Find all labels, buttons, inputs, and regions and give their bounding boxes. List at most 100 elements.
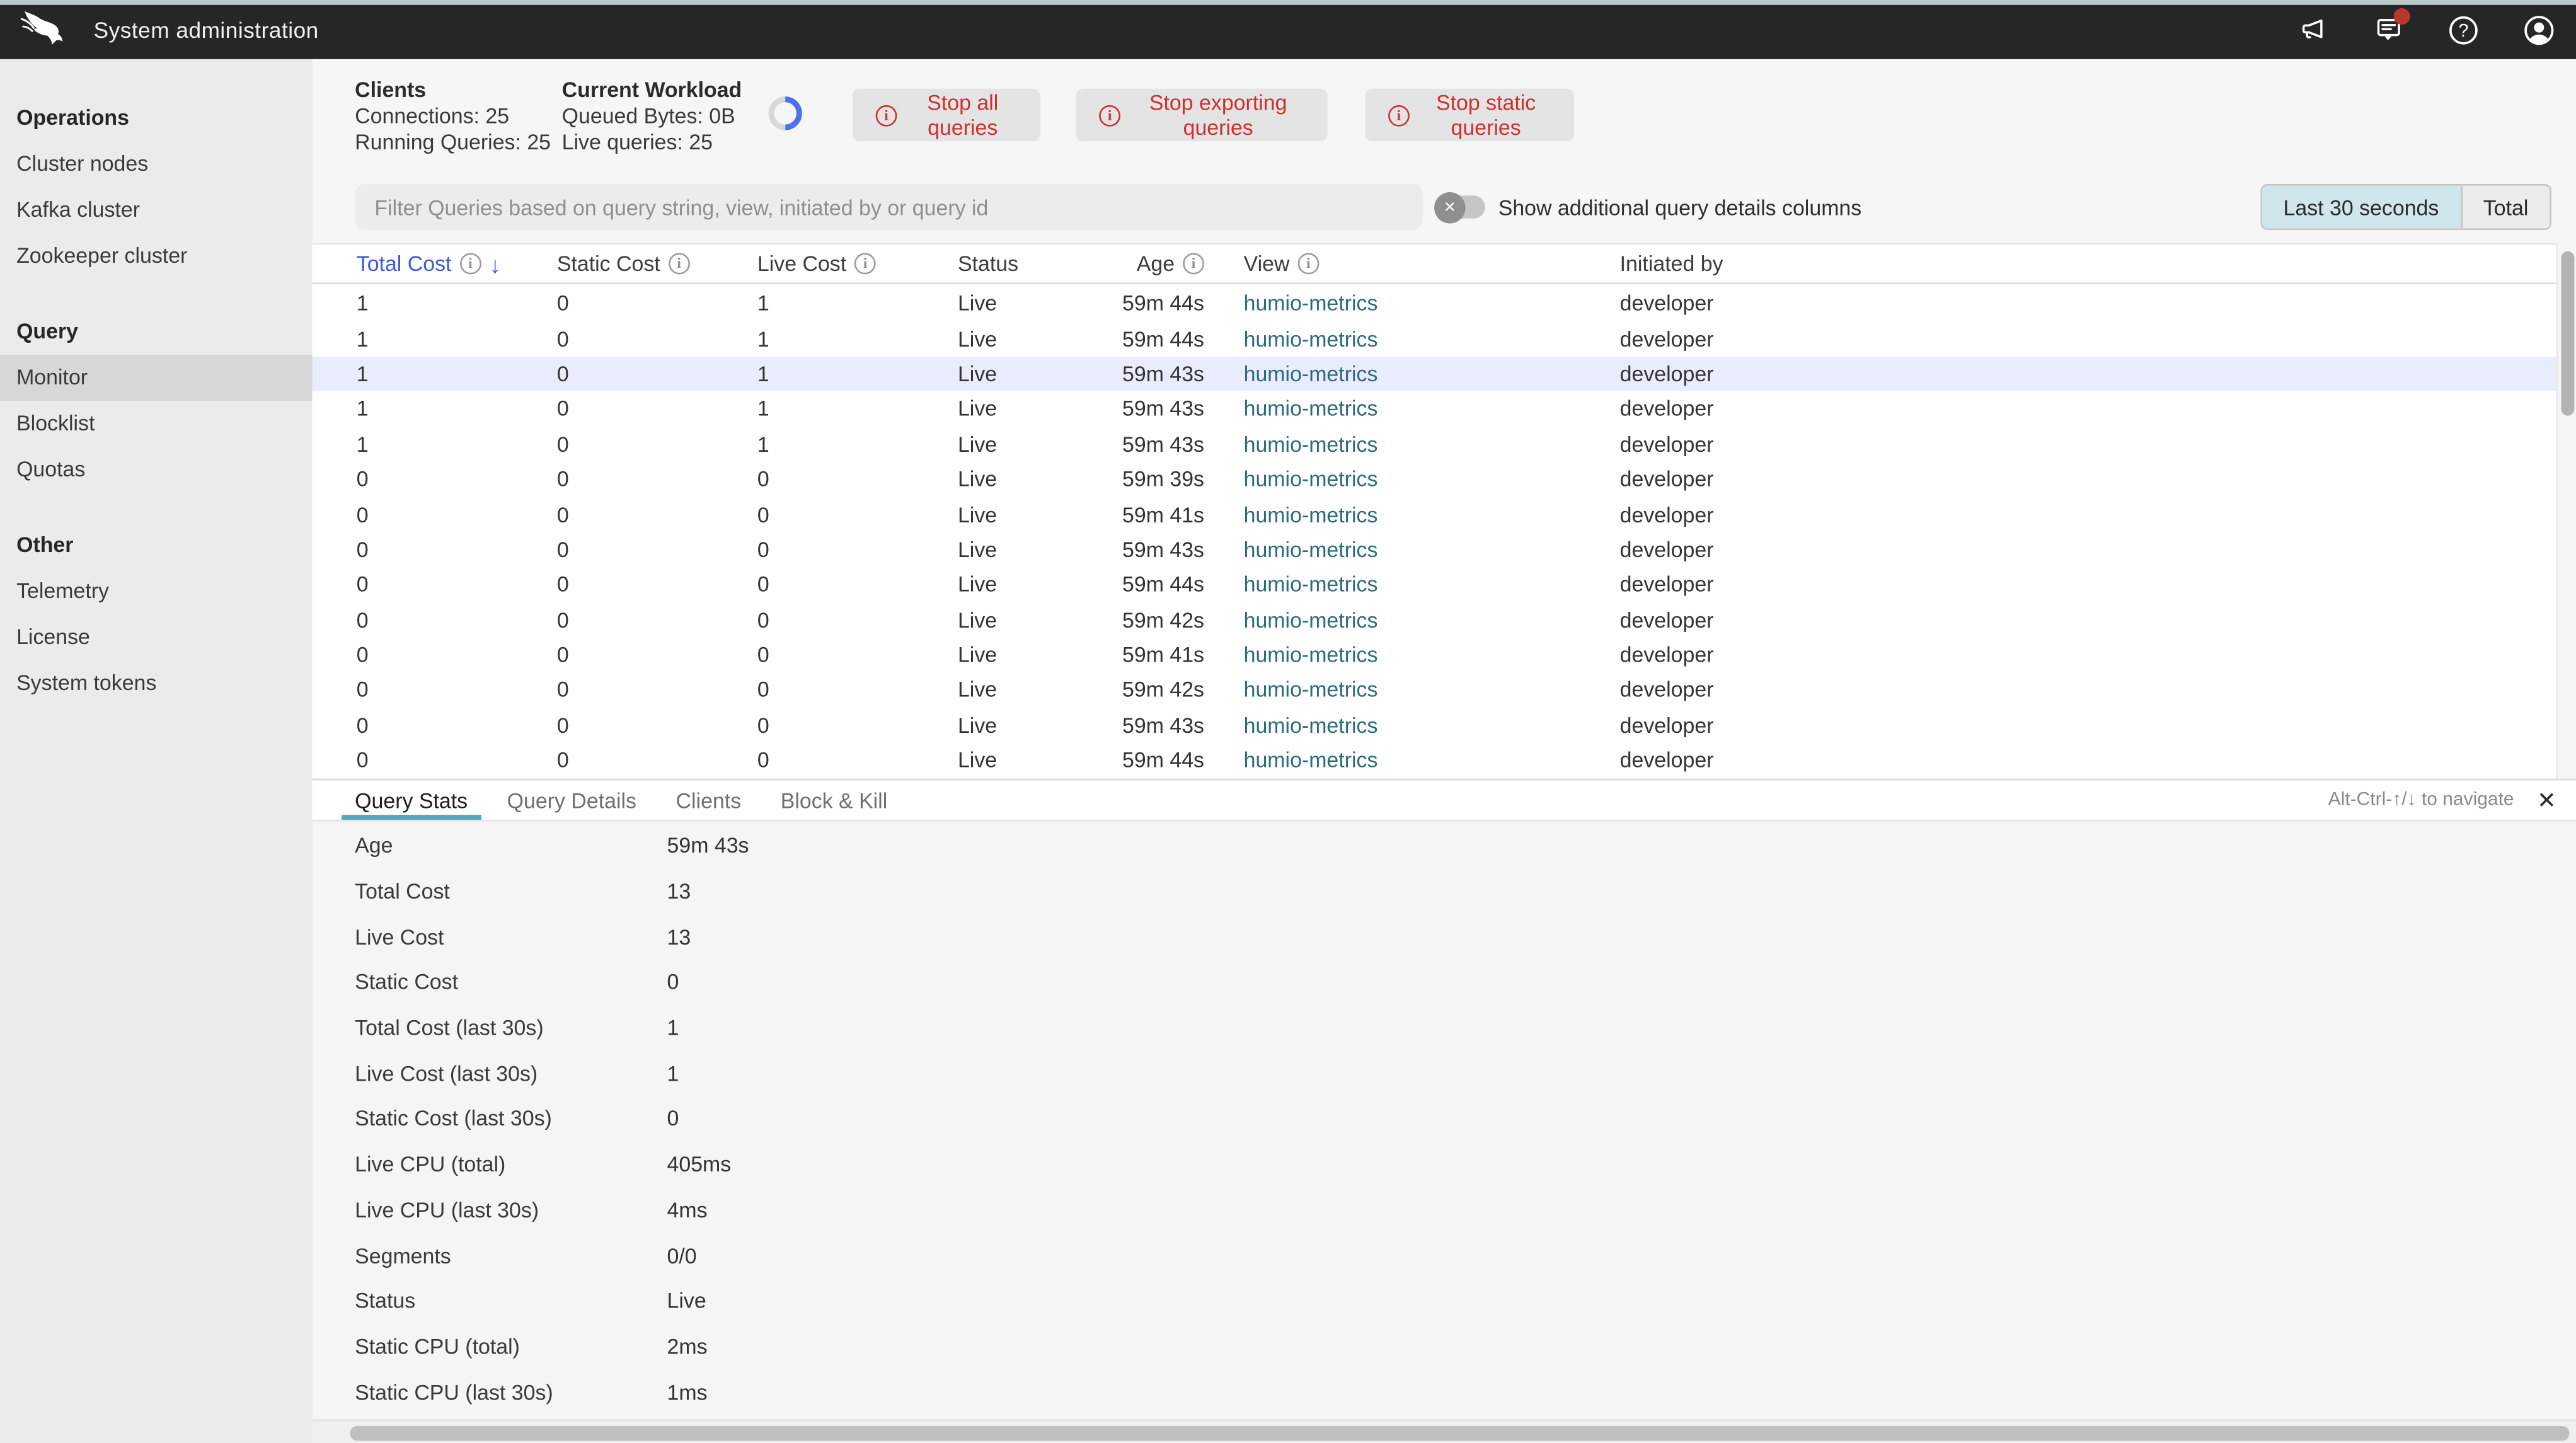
table-row[interactable]: 0 0 0 Live 59m 43s humio-metrics develop…	[312, 708, 2556, 743]
total-cost-cell: 1	[357, 286, 369, 321]
info-icon	[1388, 105, 1410, 126]
notification-badge	[2394, 8, 2410, 24]
view-link[interactable]: humio-metrics	[1244, 708, 1378, 743]
main-content: Clients Connections: 25 Running Queries:…	[312, 59, 2576, 1443]
view-link[interactable]: humio-metrics	[1244, 637, 1378, 672]
view-link[interactable]: humio-metrics	[1244, 497, 1378, 532]
static-cost-cell: 0	[557, 356, 569, 391]
table-row[interactable]: 0 0 0 Live 59m 41s humio-metrics develop…	[312, 497, 2556, 532]
table-vertical-scrollbar[interactable]	[2556, 243, 2576, 779]
sidebar-nav: OperationsCluster nodesKafka clusterZook…	[0, 59, 312, 706]
table-row[interactable]: 0 0 0 Live 59m 44s humio-metrics develop…	[312, 567, 2556, 602]
view-link[interactable]: humio-metrics	[1244, 391, 1378, 427]
sidebar-item[interactable]: Quotas	[0, 447, 312, 493]
total-cost-cell: 0	[357, 637, 369, 672]
view-link[interactable]: humio-metrics	[1244, 321, 1378, 356]
initiated-by-cell: developer	[1620, 356, 1714, 391]
view-link[interactable]: humio-metrics	[1244, 567, 1378, 602]
announcements-icon[interactable]	[2295, 13, 2330, 47]
feedback-icon[interactable]	[2371, 13, 2405, 47]
horizontal-scrollbar[interactable]	[312, 1420, 2576, 1443]
stop-queries-button[interactable]: Stop static queries	[1366, 89, 1574, 141]
column-header[interactable]: Initiated by ↓	[1620, 244, 1723, 282]
column-header[interactable]: Live Cost ↓	[757, 244, 876, 282]
sidebar-item[interactable]: Blocklist	[0, 401, 312, 447]
sidebar-item[interactable]: Monitor	[0, 355, 312, 401]
scrollbar-thumb[interactable]	[350, 1425, 2569, 1440]
detail-value: 0/0	[667, 1243, 696, 1267]
column-header[interactable]: View ↓	[1244, 244, 1320, 282]
live-cost-cell: 0	[757, 602, 769, 638]
details-tab[interactable]: Query Details	[507, 780, 636, 820]
detail-row: Live CPU (last 30s) 4ms	[312, 1187, 2576, 1233]
view-link[interactable]: humio-metrics	[1244, 743, 1378, 778]
table-row[interactable]: 1 0 1 Live 59m 44s humio-metrics develop…	[312, 321, 2556, 356]
help-icon[interactable]: ?	[2446, 13, 2481, 47]
live-cost-cell: 1	[757, 356, 769, 391]
query-stats-panel: Age 59m 43s Total Cost 13 Live Cost 13 S…	[312, 820, 2576, 1443]
close-icon[interactable]	[2537, 788, 2556, 812]
column-header[interactable]: Total Cost ↓	[357, 244, 501, 282]
view-link[interactable]: humio-metrics	[1244, 532, 1378, 567]
range-option-button[interactable]: Total	[2460, 186, 2550, 229]
table-row[interactable]: 1 0 1 Live 59m 44s humio-metrics develop…	[312, 286, 2556, 321]
table-row[interactable]: 1 0 1 Live 59m 43s humio-metrics develop…	[312, 427, 2556, 462]
table-row[interactable]: 0 0 0 Live 59m 42s humio-metrics develop…	[312, 672, 2556, 708]
toggle-label: Show additional query details columns	[1498, 184, 1862, 230]
total-cost-cell: 1	[357, 321, 369, 356]
static-cost-cell: 0	[557, 321, 569, 356]
age-cell: 59m 43s	[969, 532, 1204, 567]
sidebar-item[interactable]: System tokens	[0, 660, 312, 706]
detail-label: Live CPU (total)	[355, 1152, 505, 1176]
details-columns-toggle[interactable]	[1439, 195, 1485, 218]
query-filter-input[interactable]	[355, 184, 1423, 230]
view-link[interactable]: humio-metrics	[1244, 356, 1378, 391]
total-cost-cell: 0	[357, 567, 369, 602]
view-link[interactable]: humio-metrics	[1244, 602, 1378, 638]
table-row[interactable]: 0 0 0 Live 59m 43s humio-metrics develop…	[312, 532, 2556, 567]
range-option-button[interactable]: Last 30 seconds	[2262, 186, 2461, 229]
age-cell: 59m 43s	[969, 356, 1204, 391]
details-tab[interactable]: Clients	[676, 780, 742, 820]
detail-value: 4ms	[667, 1197, 707, 1222]
table-row[interactable]: 0 0 0 Live 59m 39s humio-metrics develop…	[312, 461, 2556, 497]
stop-queries-button[interactable]: Stop exporting queries	[1076, 89, 1328, 141]
stop-queries-button[interactable]: Stop all queries	[853, 89, 1040, 141]
sidebar-item[interactable]: License	[0, 614, 312, 660]
scrollbar-thumb[interactable]	[2562, 251, 2575, 416]
detail-value: 0	[667, 1107, 679, 1131]
crowdstrike-logo-icon[interactable]	[16, 10, 72, 50]
detail-value: 13	[667, 924, 691, 949]
loading-spinner-icon	[766, 94, 805, 134]
details-tab[interactable]: Query Stats	[355, 780, 468, 820]
detail-row: Static CPU (last 30s) 1ms	[312, 1369, 2576, 1414]
view-link[interactable]: humio-metrics	[1244, 427, 1378, 462]
static-cost-cell: 0	[557, 743, 569, 778]
table-row[interactable]: 0 0 0 Live 59m 44s humio-metrics develop…	[312, 743, 2556, 778]
live-cost-cell: 0	[757, 532, 769, 567]
sidebar-item[interactable]: Zookeeper cluster	[0, 233, 312, 279]
column-header[interactable]: Age ↓	[969, 244, 1204, 282]
view-link[interactable]: humio-metrics	[1244, 286, 1378, 321]
total-cost-cell: 0	[357, 497, 369, 532]
age-cell: 59m 43s	[969, 391, 1204, 427]
info-icon	[669, 253, 690, 274]
info-icon	[876, 105, 897, 126]
detail-label: Static Cost	[355, 970, 458, 994]
sidebar-item[interactable]: Telemetry	[0, 568, 312, 614]
table-row[interactable]: 1 0 1 Live 59m 43s humio-metrics develop…	[312, 391, 2556, 427]
total-cost-cell: 0	[357, 602, 369, 638]
details-tab[interactable]: Block & Kill	[781, 780, 888, 820]
view-link[interactable]: humio-metrics	[1244, 461, 1378, 497]
table-row[interactable]: 0 0 0 Live 59m 41s humio-metrics develop…	[312, 637, 2556, 672]
total-cost-cell: 0	[357, 708, 369, 743]
sidebar-item[interactable]: Cluster nodes	[0, 141, 312, 187]
column-header[interactable]: Static Cost ↓	[557, 244, 690, 282]
detail-row: Live CPU (total) 405ms	[312, 1141, 2576, 1187]
view-link[interactable]: humio-metrics	[1244, 672, 1378, 708]
account-icon[interactable]	[2522, 13, 2556, 47]
age-cell: 59m 44s	[969, 743, 1204, 778]
table-row[interactable]: 0 0 0 Live 59m 42s humio-metrics develop…	[312, 602, 2556, 638]
sidebar-item[interactable]: Kafka cluster	[0, 187, 312, 233]
table-row[interactable]: 1 0 1 Live 59m 43s humio-metrics develop…	[312, 356, 2556, 391]
